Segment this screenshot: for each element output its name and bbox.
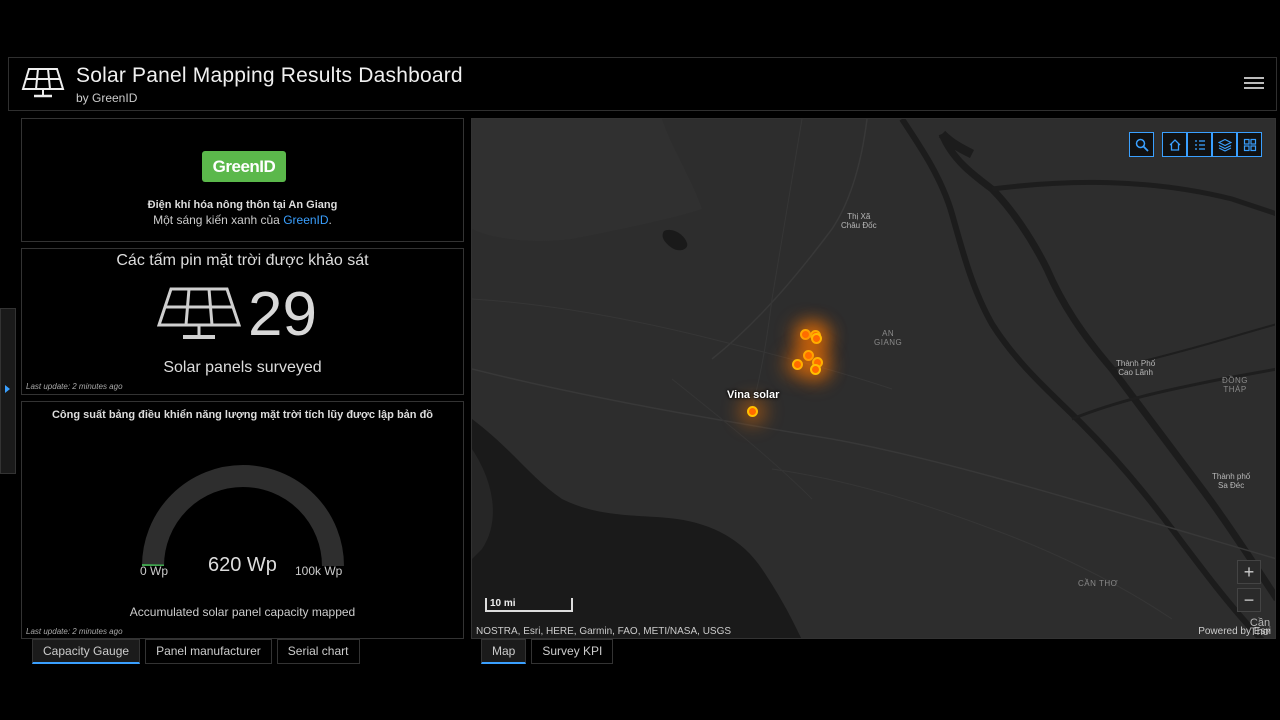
tab-survey-kpi[interactable]: Survey KPI — [531, 639, 614, 664]
basemap-gallery-icon[interactable] — [1237, 132, 1262, 157]
gauge-max-label: 100k Wp — [295, 564, 343, 578]
survey-point[interactable] — [792, 359, 803, 370]
dashboard-title: Solar Panel Mapping Results Dashboard — [76, 64, 463, 87]
map-label-cao-lanh: Thành Phố Cao Lãnh — [1116, 359, 1156, 377]
map-scale-bar: 10 mi — [485, 598, 573, 612]
tab-map[interactable]: Map — [481, 639, 527, 664]
map-feature-label: Vina solar — [727, 389, 780, 401]
home-icon[interactable] — [1162, 132, 1187, 157]
map-view[interactable]: Thị Xã Châu Đốc AN GIANG Thành Phố Cao Lãnh… — [471, 118, 1276, 639]
powered-by-esri: Powered by Esri — [1198, 626, 1271, 637]
zoom-in-button[interactable]: + — [1237, 560, 1261, 584]
tab-panel-manufacturer[interactable]: Panel manufacturer — [145, 639, 272, 664]
map-search-toolbar — [1129, 132, 1154, 157]
panels-surveyed-indicator: Các tấm pin mặt trời được khảo sát 29 So… — [21, 248, 464, 395]
map-label-dong-thap: ĐỒNG THÁP — [1222, 376, 1248, 394]
hamburger-menu-icon[interactable] — [1244, 74, 1264, 94]
dashboard-subtitle: by GreenID — [76, 91, 138, 105]
search-icon[interactable] — [1129, 132, 1154, 157]
intro-suffix: . — [328, 213, 332, 227]
solar-panel-icon — [157, 287, 241, 339]
map-label-sa-dec: Thành phố Sa Đéc — [1212, 472, 1251, 490]
dashboard-header: Solar Panel Mapping Results Dashboard by… — [8, 57, 1277, 111]
map-attribution: NOSTRA, Esri, HERE, Garmin, FAO, METI/NA… — [476, 626, 732, 637]
intro-prefix: Một sáng kiến xanh của — [153, 213, 284, 227]
legend-icon[interactable] — [1187, 132, 1212, 157]
basemap — [472, 119, 1275, 638]
indicator-subtitle: Solar panels surveyed — [163, 359, 322, 376]
map-label-an-giang: AN GIANG — [874, 329, 903, 347]
intro-heading: Điện khí hóa nông thôn tại An Giang — [147, 199, 338, 211]
chevron-right-icon — [5, 385, 10, 393]
zoom-out-button[interactable]: − — [1237, 588, 1261, 612]
greenid-logo: GreenID — [202, 151, 286, 182]
map-widget-toolbar — [1162, 132, 1262, 157]
greenid-link[interactable]: GreenID — [283, 213, 328, 227]
dashboard: Solar Panel Mapping Results Dashboard by… — [0, 0, 1280, 720]
gauge-track — [142, 465, 344, 567]
gauge-min-label: 0 Wp — [140, 564, 169, 578]
survey-point-vina-solar[interactable] — [747, 406, 758, 417]
survey-point[interactable] — [811, 333, 822, 344]
last-update-text: Last update: 2 minutes ago — [26, 382, 123, 391]
survey-point[interactable] — [810, 364, 821, 375]
indicator-value: 29 — [248, 280, 317, 349]
gauge-subtitle: Accumulated solar panel capacity mapped — [129, 605, 356, 619]
tab-serial-chart[interactable]: Serial chart — [276, 639, 360, 664]
layers-icon[interactable] — [1212, 132, 1237, 157]
indicator-title: Các tấm pin mặt trời được khảo sát — [116, 252, 369, 269]
intro-panel: GreenID Điện khí hóa nông thôn tại An Gi… — [21, 118, 464, 242]
solar-panel-logo-icon — [21, 68, 65, 98]
last-update-text: Last update: 2 minutes ago — [26, 627, 123, 636]
map-label-chau-doc: Thị Xã Châu Đốc — [841, 212, 877, 230]
map-label-can-tho: CẦN THƠ — [1078, 579, 1118, 588]
capacity-gauge-panel: Công suất bảng điều khiển năng lượng mặt… — [21, 401, 464, 639]
gauge-title: Công suất bảng điều khiển năng lượng mặt… — [51, 409, 434, 421]
left-tab-bar: Capacity Gauge Panel manufacturer Serial… — [32, 639, 360, 664]
tab-capacity-gauge[interactable]: Capacity Gauge — [32, 639, 141, 664]
side-panel-toggle[interactable] — [0, 308, 16, 474]
intro-description: Một sáng kiến xanh của GreenID. — [22, 213, 463, 227]
map-tab-bar: Map Survey KPI — [481, 639, 614, 664]
gauge-value-label: 620 Wp — [208, 554, 277, 576]
